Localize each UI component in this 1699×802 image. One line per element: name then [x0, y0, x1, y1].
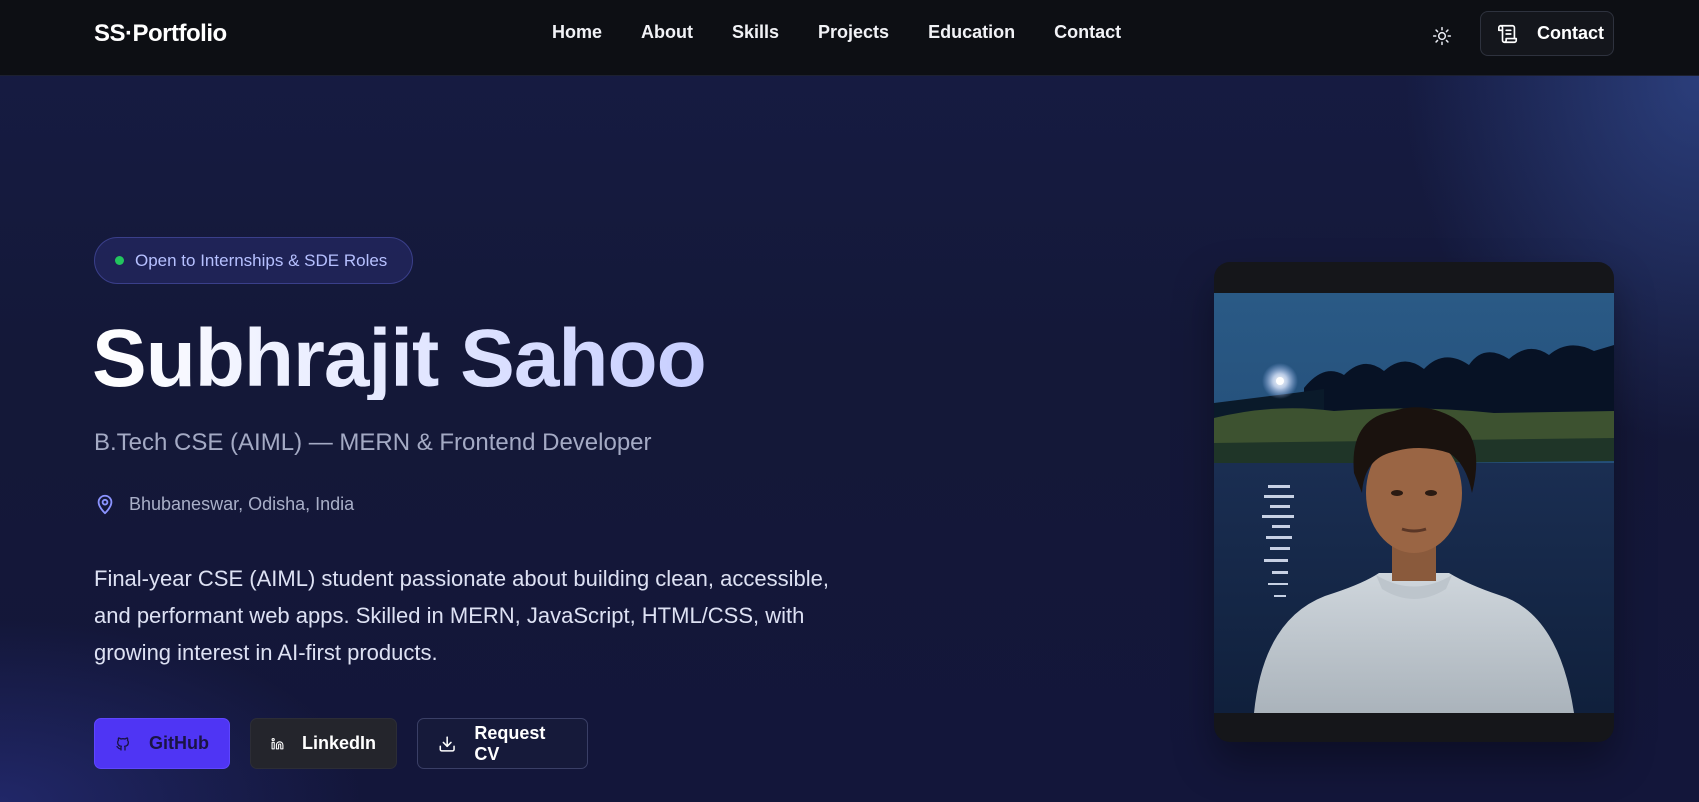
github-button[interactable]: GitHub [94, 718, 230, 769]
scroll-icon [1498, 24, 1518, 43]
hero-name: Subhrajit Sahoo [92, 313, 707, 404]
nav-link-projects[interactable]: Projects [818, 22, 889, 43]
request-cv-button[interactable]: Request CV [417, 718, 588, 769]
availability-badge-text: Open to Internships & SDE Roles [135, 250, 388, 270]
github-button-label: GitHub [149, 733, 209, 753]
map-pin-icon [97, 494, 113, 515]
portfolio-page: SS·Portfolio Home About Skills Projects … [0, 0, 1699, 802]
linkedin-button-label: LinkedIn [301, 733, 376, 753]
location: Bhubaneswar, Odisha, India [94, 492, 354, 516]
nav-link-home[interactable]: Home [552, 22, 602, 43]
sun-icon [1432, 26, 1452, 46]
availability-badge: Open to Internships & SDE Roles [94, 237, 413, 284]
theme-toggle-button[interactable] [1428, 22, 1456, 50]
location-text: Bhubaneswar, Odisha, India [129, 493, 355, 514]
profile-photo [1214, 293, 1614, 713]
linkedin-icon [271, 737, 284, 749]
nav-contact-label: Contact [1537, 23, 1604, 43]
download-icon [439, 735, 455, 752]
github-icon [116, 736, 129, 751]
hero-actions: GitHub LinkedIn Request CV [94, 718, 588, 769]
nav-link-contact[interactable]: Contact [1054, 22, 1121, 43]
request-cv-button-label: Request CV [474, 722, 546, 764]
nav-contact-button[interactable]: Contact [1480, 11, 1614, 56]
nav-link-skills[interactable]: Skills [732, 22, 779, 43]
nav-links: Home About Skills Projects Education Con… [552, 22, 1160, 43]
profile-photo-card [1214, 262, 1614, 742]
nav-link-about[interactable]: About [641, 22, 693, 43]
linkedin-button[interactable]: LinkedIn [250, 718, 397, 769]
hero-bio: Final-year CSE (AIML) student passionate… [94, 566, 829, 665]
site-logo[interactable]: SS·Portfolio [94, 20, 227, 48]
top-navbar: SS·Portfolio Home About Skills Projects … [0, 0, 1699, 76]
status-dot-icon [115, 256, 124, 265]
nav-link-education[interactable]: Education [928, 22, 1015, 43]
hero-title: B.Tech CSE (AIML) — MERN & Frontend Deve… [94, 429, 652, 456]
